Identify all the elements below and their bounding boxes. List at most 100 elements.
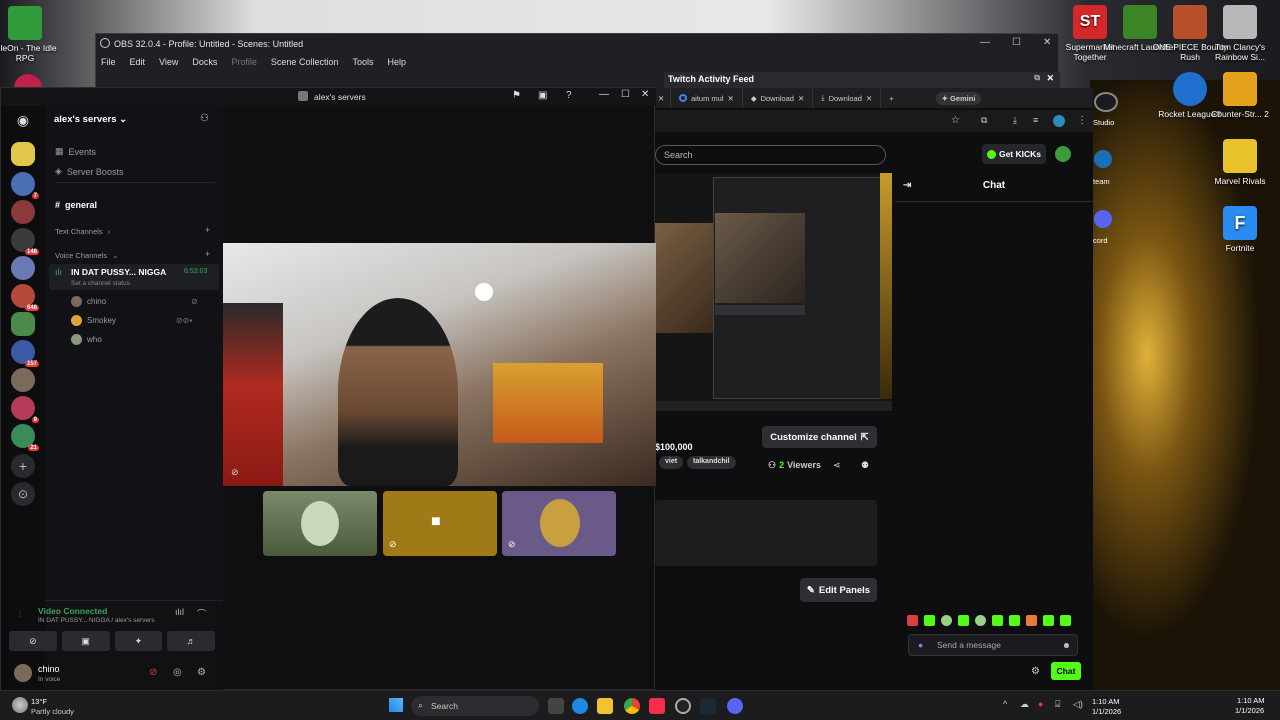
discord-home-icon[interactable]: ◉ [11,112,35,136]
taskbar-search[interactable]: ⌕ Search [411,696,539,716]
follow-icon[interactable]: ⚉ [861,460,869,471]
help-icon[interactable]: ? [566,90,572,101]
server-icon[interactable]: 7 [11,172,39,199]
close-icon[interactable]: ✕ [866,94,872,103]
participant-tile[interactable] [263,491,377,556]
headphones-icon[interactable]: ◎ [173,667,182,678]
extension-icon[interactable]: ⧉ [981,115,987,126]
category-text-channels[interactable]: Text Channels › [55,227,110,236]
menu-docks[interactable]: Docks [192,57,217,67]
desktop-icon-marvel-rivals[interactable]: Marvel Rivals [1200,139,1280,186]
emote-icon[interactable] [958,615,969,626]
stream-preview[interactable] [655,173,892,411]
discord-desktop-icon[interactable] [1094,210,1112,228]
kick-search-input[interactable]: Search [655,145,886,165]
windows-start-icon[interactable] [389,698,403,712]
server-icon[interactable] [11,200,35,224]
profile-avatar[interactable] [1053,115,1065,127]
invite-icon[interactable]: ⚇ [200,113,209,124]
share-icon[interactable]: ⋖ [833,460,841,471]
tab-close-partial[interactable]: ✕ [655,88,671,108]
tab-download-2[interactable]: ⤓ Download ✕ [813,88,882,108]
get-kicks-button[interactable]: Get KICKs [982,144,1046,164]
desktop-icon-rainbow-six[interactable]: Tom Clancy's Rainbow Si... [1200,5,1280,62]
desktop-icon-cs2[interactable]: Counter-Str... 2 [1200,72,1280,119]
add-channel-icon[interactable]: + [205,249,210,259]
participant-tile[interactable]: ⊘ [502,491,616,556]
server-icon[interactable] [11,312,35,336]
soundboard-icon[interactable]: ♬ [167,631,215,651]
add-server-icon[interactable]: + [11,454,35,478]
voice-member-smokey[interactable]: Smokey ⊘⊘▪ [71,315,192,326]
voice-member-who[interactable]: who [71,334,102,345]
menu-edit[interactable]: Edit [130,57,146,67]
tab-aitum[interactable]: aitum mul ✕ [671,88,743,108]
emote-icon[interactable] [941,615,952,626]
emote-icon[interactable] [975,615,986,626]
noise-suppression-icon[interactable]: ılıl [175,607,184,617]
voice-location[interactable]: IN DAT PUSSY... NIGGA / alex's servers [38,617,154,624]
emote-icon[interactable] [1060,615,1071,626]
popout-icon[interactable]: ⧉ [1034,73,1040,83]
tag-pill[interactable]: talkandchil [687,456,736,469]
tray-overflow-icon[interactable]: ^ [1003,699,1007,709]
send-message-input[interactable]: ● Send a message ☻ [908,634,1078,656]
chat-send-button[interactable]: Chat [1051,662,1081,680]
voice-channel-row[interactable]: ılı IN DAT PUSSY... NIGGA 6:53:03 Set a … [49,264,219,290]
chat-settings-icon[interactable]: ⚙ [1031,666,1040,677]
channel-events[interactable]: ▦ Events [55,146,96,157]
close-icon[interactable]: ✕ [1046,73,1054,84]
inbox-icon[interactable]: ⚑ [512,90,521,101]
emote-icon[interactable] [924,615,935,626]
voice-member-chino[interactable]: chino ⊘ [71,296,198,307]
category-voice-channels[interactable]: Voice Channels ⌄ [55,251,118,260]
server-icon[interactable]: 21 [11,424,39,451]
customize-channel-button[interactable]: Customize channel ⇱ [762,426,877,448]
edge-icon[interactable] [572,698,588,714]
emoji-icon[interactable]: ☻ [1062,640,1071,650]
minimize-icon[interactable]: — [980,37,990,48]
network-icon[interactable]: ⌸ [1055,699,1060,710]
discord-window[interactable]: alex's servers ⚑ ▣ ? — ☐ ✕ ◉ 7 148 648 1… [0,87,656,691]
close-icon[interactable]: ✕ [798,94,804,103]
add-channel-icon[interactable]: + [205,225,210,235]
server-icon[interactable]: 9 [11,396,39,423]
emote-icon[interactable] [1043,615,1054,626]
maximize-icon[interactable]: ☐ [621,89,630,100]
activities-icon[interactable]: ✦ [114,631,163,651]
weather-icon[interactable] [12,697,28,713]
edit-panels-button[interactable]: ✎ Edit Panels [800,578,877,602]
music-icon[interactable] [649,698,665,714]
emote-icon[interactable] [1009,615,1020,626]
new-tab-icon[interactable]: + [881,94,901,103]
close-icon[interactable]: ✕ [728,94,734,103]
volume-icon[interactable]: ◁) [1073,699,1083,710]
discover-icon[interactable]: ⊙ [11,482,35,506]
more-menu-icon[interactable]: ⋮ [1077,115,1087,126]
tag-pill[interactable]: viet [659,456,684,469]
gemini-button[interactable]: ✦ Gemini [935,91,982,105]
menu-help[interactable]: Help [387,57,406,67]
server-icon[interactable]: 148 [11,228,39,255]
media-icon[interactable]: ≡ [1033,115,1038,125]
disconnect-icon[interactable]: ⌒ [197,607,206,620]
discord-icon[interactable] [727,698,743,714]
bookmark-icon[interactable]: ☆ [951,115,960,126]
steam-icon[interactable] [700,698,716,714]
menu-tools[interactable]: Tools [352,57,373,67]
settings-icon[interactable]: ⚙ [197,667,206,678]
channel-general[interactable]: # general [55,200,97,210]
server-name-header[interactable]: alex's servers ⌄ [54,114,127,125]
menu-view[interactable]: View [159,57,178,67]
camera-off-icon[interactable]: ⊘ [9,631,57,651]
chrome-window[interactable]: ✕ aitum mul ✕ ◆ Download ✕ ⤓ Download ✕ … [655,88,1093,690]
twitch-activity-feed[interactable]: Twitch Activity Feed ✕ ⧉ [664,72,1060,88]
close-icon[interactable]: ✕ [1043,37,1051,48]
file-explorer-icon[interactable] [597,698,613,714]
server-icon[interactable] [11,256,35,280]
screen-share-icon[interactable]: ▣ [61,631,110,651]
desktop-icon-fortnite[interactable]: F Fortnite [1200,206,1280,253]
chrome-icon[interactable] [624,698,640,714]
channel-status[interactable]: Set a channel status [71,280,130,287]
obs-studio-icon[interactable] [1094,92,1118,112]
